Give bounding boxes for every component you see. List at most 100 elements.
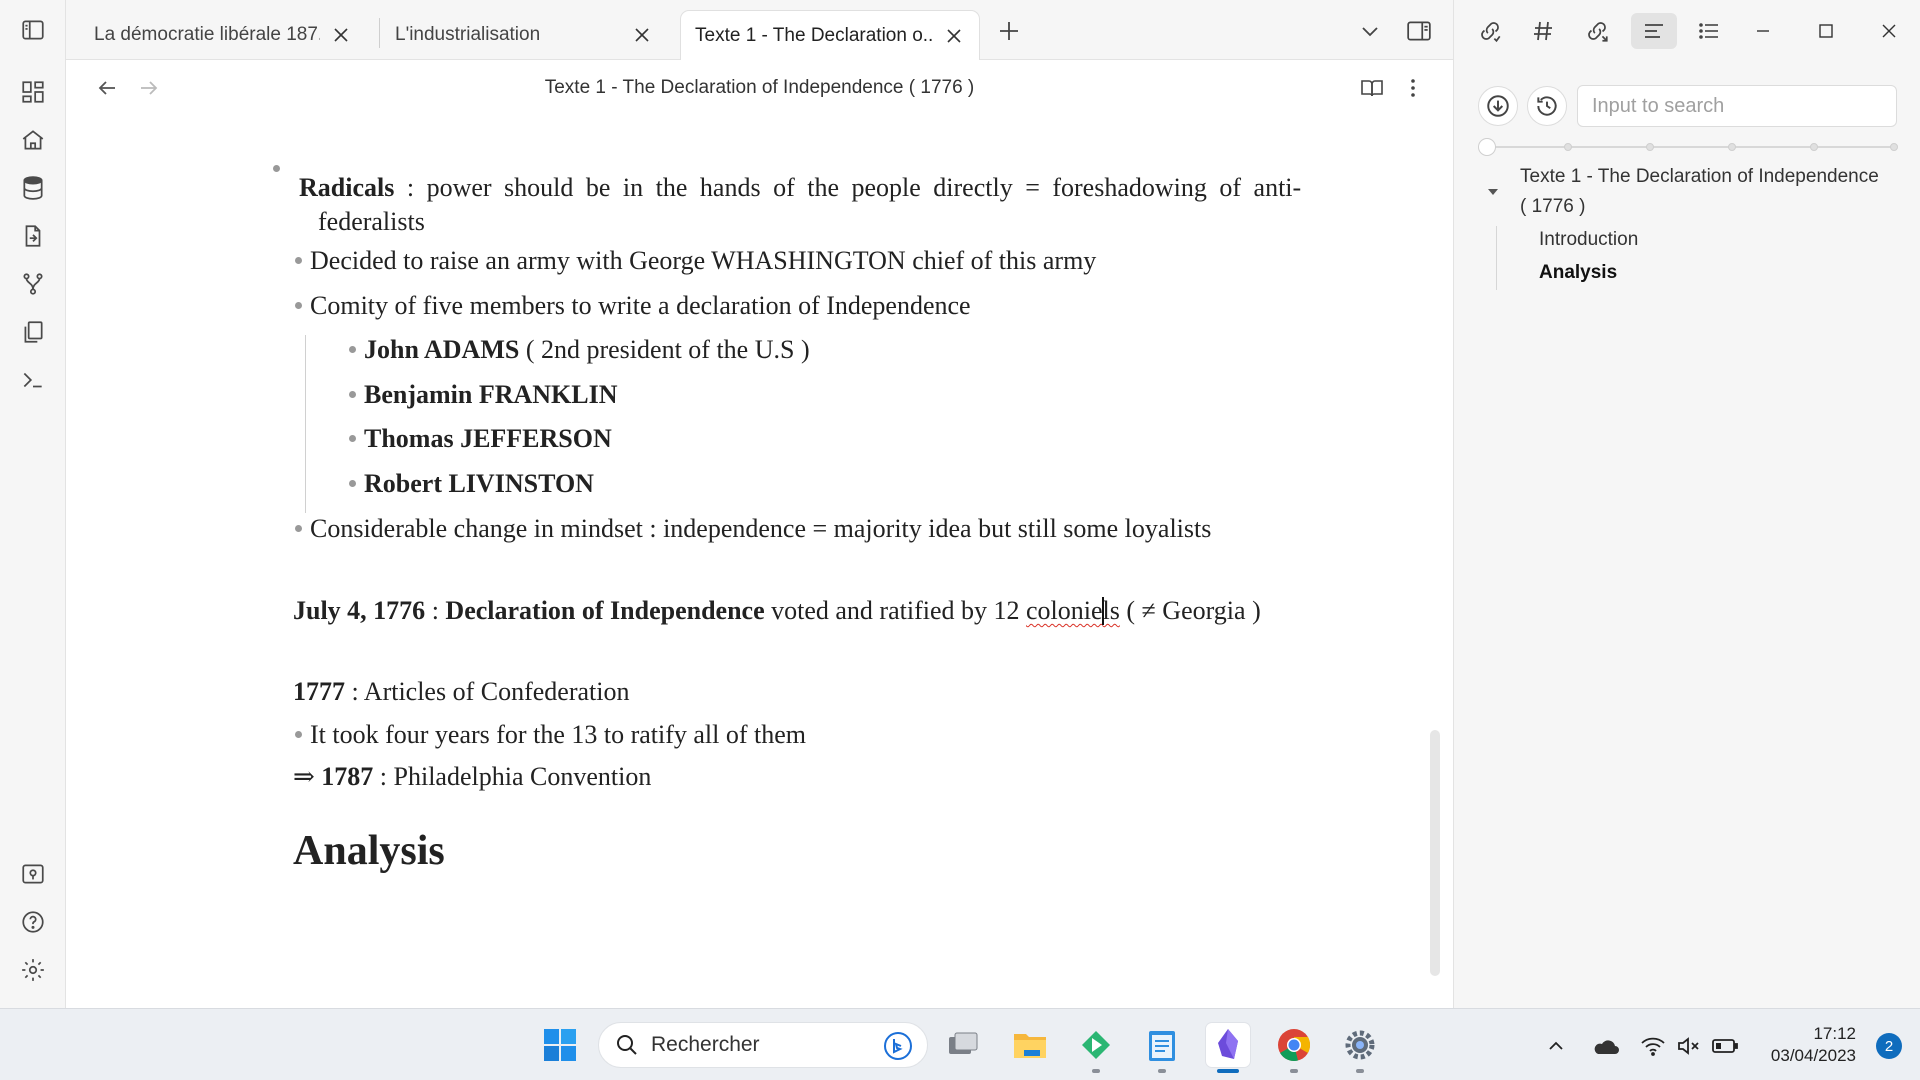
member-name: Benjamin FRANKLIN <box>364 380 618 409</box>
terminal-icon[interactable] <box>17 364 49 396</box>
indent-guide <box>305 335 306 513</box>
clock-time: 17:12 <box>1813 1024 1856 1043</box>
copy-icon[interactable] <box>17 316 49 348</box>
close-icon[interactable] <box>330 24 352 46</box>
list-item-text: Decided to raise an army with George WHA… <box>310 246 1097 275</box>
database-icon[interactable] <box>17 172 49 204</box>
toggle-right-sidebar-icon[interactable] <box>1402 14 1436 48</box>
search-label: Rechercher <box>651 1033 760 1056</box>
outgoing-links-icon[interactable] <box>1574 13 1620 49</box>
layout-dashboard-icon[interactable] <box>17 76 49 108</box>
maximize-icon[interactable] <box>1803 13 1849 49</box>
history-icon[interactable] <box>1527 86 1567 126</box>
tab-democratie[interactable]: La démocratie libérale 187... <box>66 10 366 60</box>
paragraph-text: ( ≠ Georgia ) <box>1119 596 1261 625</box>
sidebar-toggle-icon[interactable] <box>17 14 49 46</box>
help-icon[interactable] <box>17 906 49 938</box>
list-item-text: Considerable change in mindset : indepen… <box>310 514 1212 543</box>
collapse-chevron-icon[interactable] <box>1487 186 1499 198</box>
file-explorer-icon[interactable] <box>1008 1023 1052 1067</box>
notepad-icon[interactable] <box>1140 1023 1184 1067</box>
outline-icon[interactable] <box>1631 13 1677 49</box>
file-export-icon[interactable] <box>17 220 49 252</box>
slider-stop <box>1890 143 1898 151</box>
chrome-icon[interactable] <box>1272 1023 1316 1067</box>
list-item: Thomas JEFFERSON <box>349 424 612 454</box>
misspelled-part: ls <box>1102 596 1120 625</box>
list-item-text: federalists <box>318 207 425 236</box>
year-text: 1777 <box>293 677 345 706</box>
slider-stop <box>1646 143 1654 151</box>
list-item-text: It took four years for the 13 to ratify … <box>310 720 807 749</box>
list-item: Comity of five members to write a declar… <box>295 291 971 321</box>
right-sidebar: Texte 1 - The Declaration of Independenc… <box>1453 0 1920 1008</box>
tab-title: L'industrialisation <box>395 24 541 45</box>
text-caret <box>1101 597 1104 626</box>
list-item: Benjamin FRANKLIN <box>349 380 618 410</box>
scrollbar-thumb[interactable] <box>1430 730 1440 976</box>
more-options-icon[interactable] <box>1397 72 1429 104</box>
app-icon[interactable] <box>1074 1023 1118 1067</box>
battery-icon[interactable] <box>1710 1031 1740 1061</box>
close-icon[interactable] <box>631 24 653 46</box>
search-icon <box>615 1033 639 1057</box>
bing-icon[interactable] <box>883 1031 913 1061</box>
git-fork-icon[interactable] <box>17 268 49 300</box>
list-item-continuation: federalists <box>318 202 1368 242</box>
paragraph-declaration: July 4, 1776 : Declaration of Independen… <box>293 596 1261 627</box>
chevron-down-icon[interactable] <box>1353 14 1387 48</box>
taskbar-search[interactable]: Rechercher <box>598 1022 928 1068</box>
backlinks-icon[interactable] <box>1467 13 1513 49</box>
declaration-title: Declaration of Independence <box>445 596 765 625</box>
heading-level-slider[interactable] <box>1478 138 1898 156</box>
settings-icon[interactable] <box>17 954 49 986</box>
list-item: Decided to raise an army with George WHA… <box>295 246 1096 276</box>
slider-stop <box>1810 143 1818 151</box>
volume-muted-icon[interactable] <box>1674 1031 1704 1061</box>
slider-stop <box>1728 143 1736 151</box>
outline-search-input[interactable] <box>1577 85 1897 127</box>
paragraph-articles: 1777 : Articles of Confederation <box>293 677 629 707</box>
book-open-icon[interactable] <box>1356 72 1388 104</box>
outline-label: ( 1776 ) <box>1520 196 1586 217</box>
view-header: Texte 1 - The Declaration of Independenc… <box>67 60 1452 116</box>
member-name: Robert LIVINSTON <box>364 469 594 498</box>
view-title[interactable]: Texte 1 - The Declaration of Independenc… <box>67 77 1452 99</box>
list-item-text: : power should be in the hands of the pe… <box>394 173 1302 202</box>
notification-badge[interactable]: 2 <box>1876 1033 1902 1059</box>
clock[interactable]: 17:12 03/04/2023 <box>1771 1023 1856 1067</box>
close-window-icon[interactable] <box>1866 13 1912 49</box>
outline-guide <box>1496 226 1497 290</box>
editor-pane: Texte 1 - The Declaration of Independenc… <box>67 60 1452 1008</box>
chevron-up-icon[interactable] <box>1541 1031 1571 1061</box>
taskbar: Rechercher 17:12 03/04/2023 2 <box>0 1008 1920 1080</box>
outline-item-introduction[interactable]: Introduction <box>1539 225 1638 255</box>
tab-declaration[interactable]: Texte 1 - The Declaration o... <box>680 10 980 61</box>
slider-thumb[interactable] <box>1478 138 1496 156</box>
active-indicator <box>1217 1069 1239 1073</box>
close-icon[interactable] <box>943 25 965 47</box>
year-text: 1787 <box>321 762 374 791</box>
tab-industrialisation[interactable]: L'industrialisation <box>367 10 667 60</box>
home-icon[interactable] <box>17 124 49 156</box>
list-item: It took four years for the 13 to ratify … <box>295 720 806 750</box>
tags-hash-icon[interactable] <box>1520 13 1566 49</box>
onedrive-icon[interactable] <box>1590 1031 1620 1061</box>
outline-item-title[interactable]: Texte 1 - The Declaration of Independenc… <box>1520 162 1910 222</box>
misspelled-part: colonie <box>1026 596 1103 625</box>
tab-title: La démocratie libérale 187... <box>94 24 320 45</box>
task-view-icon[interactable] <box>941 1023 985 1067</box>
vault-icon[interactable] <box>17 858 49 890</box>
obsidian-icon[interactable] <box>1206 1023 1250 1067</box>
misspelled-word[interactable]: coloniels <box>1026 596 1120 626</box>
minimize-icon[interactable] <box>1740 13 1786 49</box>
windows-start-icon[interactable] <box>538 1023 582 1067</box>
settings-app-icon[interactable] <box>1338 1023 1382 1067</box>
left-ribbon <box>0 0 66 1008</box>
heading-analysis: Analysis <box>293 828 445 874</box>
download-circle-icon[interactable] <box>1478 86 1518 126</box>
wifi-icon[interactable] <box>1638 1031 1668 1061</box>
list-icon[interactable] <box>1686 13 1732 49</box>
outline-item-analysis[interactable]: Analysis <box>1539 258 1617 288</box>
plus-icon[interactable] <box>992 14 1026 48</box>
